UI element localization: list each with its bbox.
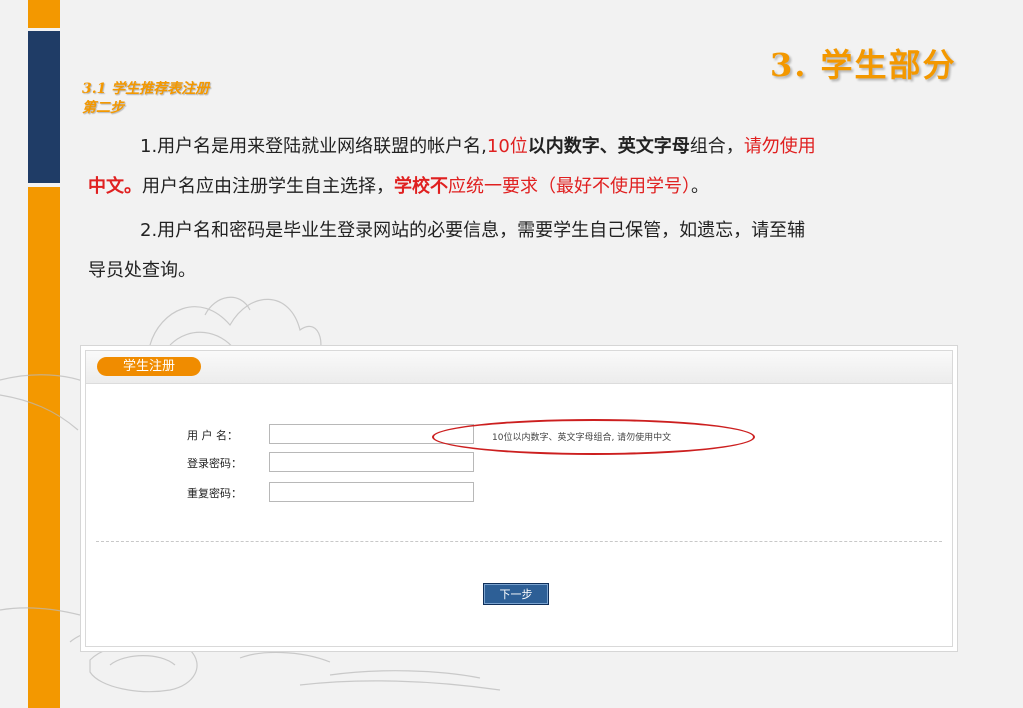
panel-header: 学生注册 [86, 351, 952, 384]
p1-text-i: 应统一要求（最好不使用学号） [448, 176, 691, 197]
p1-text-g: 用户名应由注册学生自主选择， [142, 176, 394, 197]
left-bar-top-orange [28, 0, 60, 28]
section-step: 第二步 [82, 100, 124, 116]
section-subtitle: 3.1 学生推荐表注册 第二步 [82, 80, 209, 118]
repeat-password-input[interactable] [269, 482, 474, 502]
p1-text-f: 中文。 [88, 176, 142, 197]
instruction-paragraph-2: 2.用户名和密码是毕业生登录网站的必要信息，需要学生自己保管，如遗忘，请至辅导员… [88, 211, 948, 291]
instruction-paragraph-1: 1.用户名是用来登陆就业网络联盟的帐户名,10位以内数字、英文字母组合，请勿使用… [88, 127, 948, 207]
p2-text-a: 2.用户名和密码是毕业生登录网站的必要信息，需要学生自己保管，如遗忘，请至辅 [140, 220, 806, 241]
p1-text-d: 组合， [689, 136, 744, 157]
next-step-button[interactable]: 下一步 [483, 583, 549, 605]
tab-student-register[interactable]: 学生注册 [97, 357, 201, 376]
repeat-password-label: 重复密码： [187, 487, 242, 500]
left-accent-bar [28, 0, 60, 708]
p1-text-h: 学校不 [394, 176, 448, 197]
registration-form-panel: 学生注册 用 户 名： 登录密码： 重复密码： 10位以内数字、英文字母组合, … [80, 345, 958, 652]
username-label: 用 户 名： [187, 429, 238, 442]
p2-text-b: 导员处查询。 [88, 260, 196, 281]
p1-text-j: 。 [691, 176, 709, 197]
hint-highlight-ellipse [432, 419, 755, 455]
login-password-input[interactable] [269, 452, 474, 472]
section-heading: 3.1 学生推荐表注册 [82, 81, 210, 97]
form-divider [96, 541, 942, 542]
p1-text-b: 10位 [486, 136, 528, 157]
left-bar-navy [28, 31, 60, 183]
login-password-label: 登录密码： [187, 457, 242, 470]
p1-text-a: 1.用户名是用来登陆就业网络联盟的帐户名, [140, 136, 487, 157]
slide-title: 3. 学生部分 [770, 46, 957, 84]
p1-text-e: 请勿使用 [743, 136, 816, 157]
p1-text-c: 以内数字、英文字母 [527, 136, 690, 157]
left-bar-bottom-orange [28, 187, 60, 708]
